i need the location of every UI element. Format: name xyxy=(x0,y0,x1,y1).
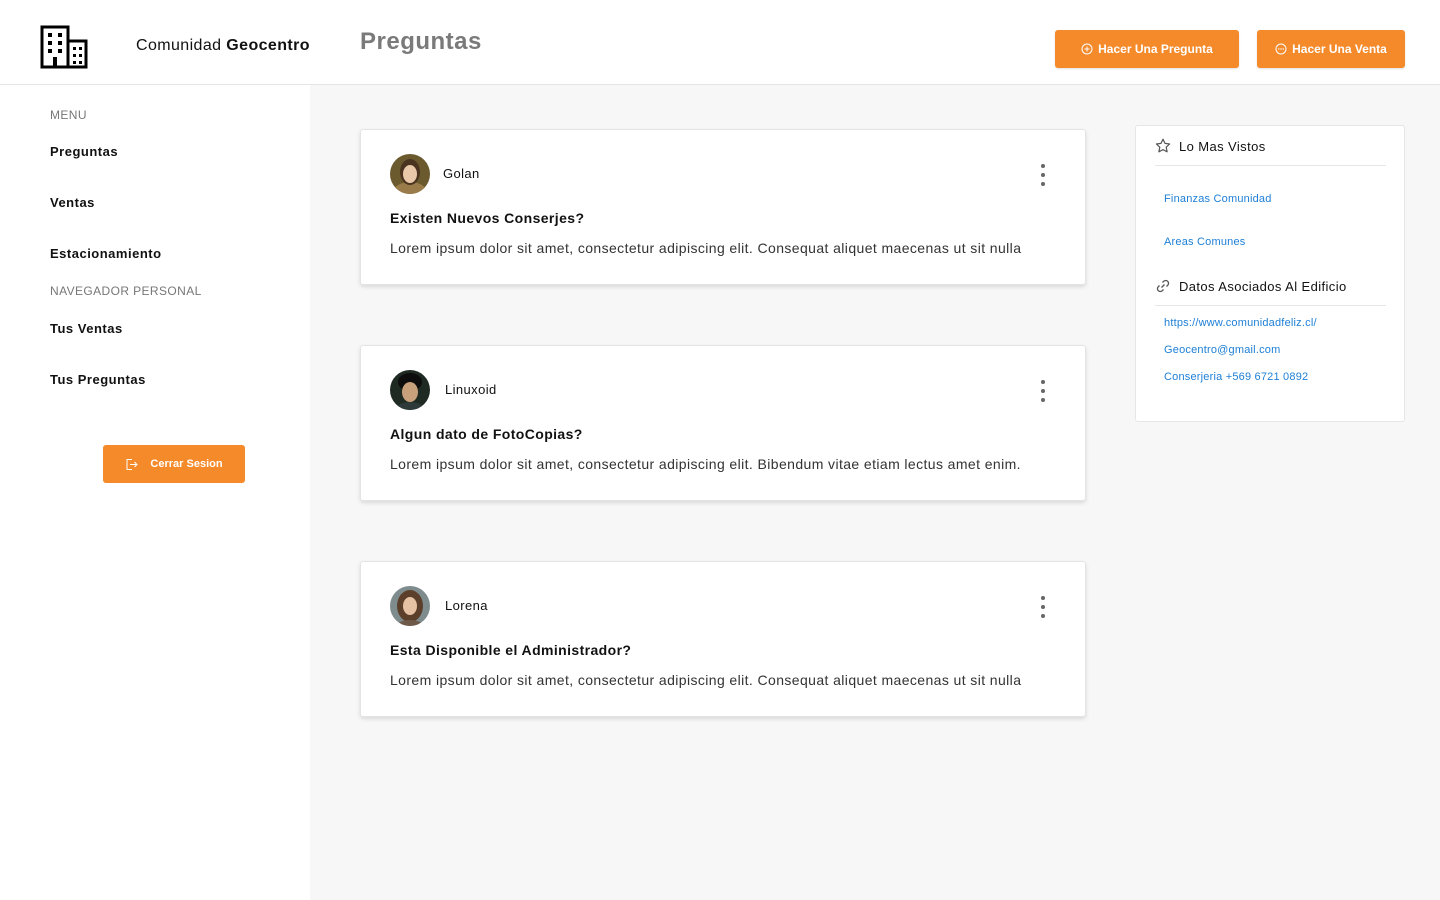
star-icon xyxy=(1155,138,1171,153)
sidebar: MENU Preguntas Ventas Estacionamiento NA… xyxy=(0,85,310,900)
make-sale-button[interactable]: Hacer Una Venta xyxy=(1257,30,1405,68)
ask-question-button[interactable]: Hacer Una Pregunta xyxy=(1055,30,1239,68)
question-author[interactable]: Golan xyxy=(443,166,480,181)
menu-section-label: MENU xyxy=(50,108,87,122)
link-phone[interactable]: Conserjeria +569 6721 0892 xyxy=(1164,371,1308,383)
main-content: Golan Existen Nuevos Conserjes? Lorem ip… xyxy=(310,85,1440,900)
avatar xyxy=(390,154,430,194)
question-title[interactable]: Existen Nuevos Conserjes? xyxy=(390,210,584,226)
most-viewed-header: Lo Mas Vistos xyxy=(1155,127,1386,166)
page-title: Preguntas xyxy=(360,28,482,55)
avatar xyxy=(390,370,430,410)
question-author[interactable]: Linuxoid xyxy=(445,382,497,397)
ask-question-label: Hacer Una Pregunta xyxy=(1098,42,1213,56)
building-data-header: Datos Asociados Al Edificio xyxy=(1155,267,1386,306)
top-header: Comunidad Geocentro Preguntas Hacer Una … xyxy=(0,0,1440,85)
building-icon[interactable] xyxy=(40,25,88,69)
question-body: Lorem ipsum dolor sit amet, consectetur … xyxy=(390,456,1021,472)
question-author[interactable]: Lorena xyxy=(445,598,488,613)
question-title[interactable]: Esta Disponible el Administrador? xyxy=(390,642,631,658)
question-card[interactable]: Linuxoid Algun dato de FotoCopias? Lorem… xyxy=(360,345,1086,501)
brand-prefix: Comunidad xyxy=(136,37,222,54)
brand-name: Comunidad Geocentro xyxy=(136,37,310,55)
link-website[interactable]: https://www.comunidadfeliz.cl/ xyxy=(1164,317,1317,329)
link-icon xyxy=(1156,279,1170,293)
sidebar-item-estacionamiento[interactable]: Estacionamiento xyxy=(50,246,162,261)
make-sale-label: Hacer Una Venta xyxy=(1292,42,1387,56)
sidebar-item-tus-ventas[interactable]: Tus Ventas xyxy=(50,321,123,336)
question-title[interactable]: Algun dato de FotoCopias? xyxy=(390,426,583,442)
sidebar-item-ventas[interactable]: Ventas xyxy=(50,195,95,210)
building-data-title: Datos Asociados Al Edificio xyxy=(1179,278,1347,294)
plus-circle-icon xyxy=(1081,43,1093,55)
logout-button[interactable]: Cerrar Sesion xyxy=(103,445,245,483)
logout-label: Cerrar Sesion xyxy=(150,458,223,470)
most-viewed-title: Lo Mas Vistos xyxy=(1179,138,1266,154)
logout-icon xyxy=(126,458,139,470)
question-card[interactable]: Lorena Esta Disponible el Administrador?… xyxy=(360,561,1086,717)
dots-circle-icon xyxy=(1275,43,1287,55)
link-areas-comunes[interactable]: Areas Comunes xyxy=(1164,236,1245,248)
info-panel: Lo Mas Vistos Finanzas Comunidad Areas C… xyxy=(1135,125,1405,422)
question-card[interactable]: Golan Existen Nuevos Conserjes? Lorem ip… xyxy=(360,129,1086,285)
brand-bold: Geocentro xyxy=(226,37,310,54)
sidebar-item-tus-preguntas[interactable]: Tus Preguntas xyxy=(50,372,146,387)
link-email[interactable]: Geocentro@gmail.com xyxy=(1164,344,1280,356)
question-body: Lorem ipsum dolor sit amet, consectetur … xyxy=(390,672,1022,688)
kebab-icon[interactable] xyxy=(1035,164,1051,186)
kebab-icon[interactable] xyxy=(1035,380,1051,402)
sidebar-item-preguntas[interactable]: Preguntas xyxy=(50,144,118,159)
kebab-icon[interactable] xyxy=(1035,596,1051,618)
question-body: Lorem ipsum dolor sit amet, consectetur … xyxy=(390,240,1022,256)
link-finanzas-comunidad[interactable]: Finanzas Comunidad xyxy=(1164,193,1272,205)
personal-section-label: NAVEGADOR PERSONAL xyxy=(50,284,202,298)
avatar xyxy=(390,586,430,626)
